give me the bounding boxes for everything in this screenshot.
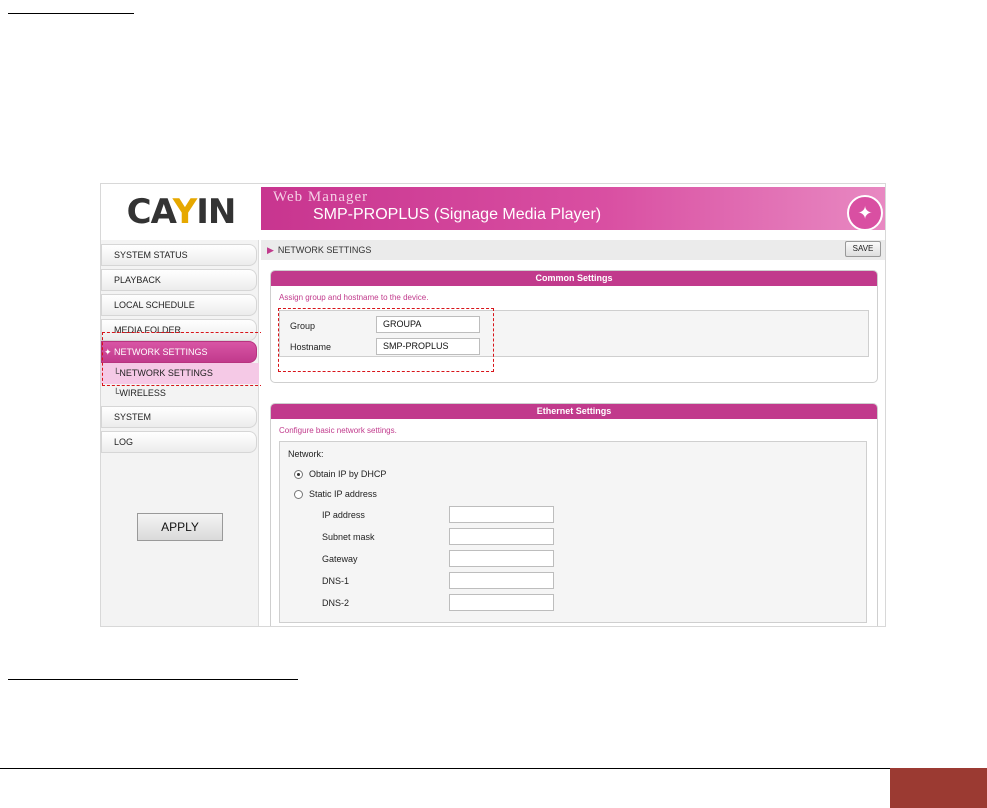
breadcrumb-label: NETWORK SETTINGS <box>277 245 372 255</box>
ethernet-settings-description: Configure basic network settings. <box>279 426 397 435</box>
sidebar-item-local-schedule[interactable]: LOCAL SCHEDULE <box>101 294 257 316</box>
common-settings-title: Common Settings <box>271 271 877 286</box>
arrow-right-icon: ▶ <box>267 245 274 255</box>
gateway-label: Gateway <box>322 554 358 564</box>
ethernet-settings-title: Ethernet Settings <box>271 404 877 419</box>
banner-label: Web Manager <box>273 189 369 205</box>
breadcrumb: ▶ NETWORK SETTINGS <box>261 240 885 260</box>
page-tab <box>890 768 987 808</box>
dns-2-field[interactable] <box>449 594 554 611</box>
ip-address-label: IP address <box>322 510 365 520</box>
header-banner: Web Manager SMP-PROPLUS (Signage Media P… <box>261 187 885 230</box>
sidebar: SYSTEM STATUS PLAYBACK LOCAL SCHEDULE ME… <box>101 240 259 626</box>
sidebar-item-system-status[interactable]: SYSTEM STATUS <box>101 244 257 266</box>
static-ip-radio[interactable] <box>294 490 303 499</box>
sidebar-item-system[interactable]: SYSTEM <box>101 406 257 428</box>
ip-address-field[interactable] <box>449 506 554 523</box>
static-ip-label: Static IP address <box>309 489 377 499</box>
dns-2-label: DNS-2 <box>322 598 350 608</box>
gateway-field[interactable] <box>449 550 554 567</box>
ethernet-settings-form: Network: Obtain IP by DHCP Static IP add… <box>279 441 867 623</box>
dhcp-radio[interactable] <box>294 470 303 479</box>
highlight-box-network-settings <box>102 332 263 386</box>
magic-wand-icon[interactable]: ✦ <box>847 195 883 231</box>
sidebar-subitem-wireless[interactable]: └WIRELESS <box>101 383 259 404</box>
highlight-box-group-hostname <box>278 308 494 372</box>
document-heading-underline <box>8 13 134 14</box>
main-content: ▶ NETWORK SETTINGS SAVE Common Settings A… <box>261 240 885 626</box>
save-button[interactable]: SAVE <box>845 241 881 257</box>
common-settings-description: Assign group and hostname to the device. <box>279 293 429 302</box>
subnet-mask-field[interactable] <box>449 528 554 545</box>
sidebar-item-log[interactable]: LOG <box>101 431 257 453</box>
network-label: Network: <box>288 449 324 459</box>
dhcp-label: Obtain IP by DHCP <box>309 469 387 479</box>
apply-button[interactable]: APPLY <box>137 513 223 541</box>
dns-1-label: DNS-1 <box>322 576 350 586</box>
cayin-logo: CAYIN <box>101 184 261 240</box>
footer-rule <box>0 768 890 769</box>
web-manager-screenshot: CAYIN Web Manager SMP-PROPLUS (Signage M… <box>100 183 886 627</box>
dns-1-field[interactable] <box>449 572 554 589</box>
subnet-mask-label: Subnet mask <box>322 532 375 542</box>
document-caption-underline <box>8 679 298 680</box>
sidebar-item-playback[interactable]: PLAYBACK <box>101 269 257 291</box>
ethernet-settings-panel: Ethernet Settings Configure basic networ… <box>270 403 878 626</box>
device-title: SMP-PROPLUS (Signage Media Player) <box>313 206 602 223</box>
